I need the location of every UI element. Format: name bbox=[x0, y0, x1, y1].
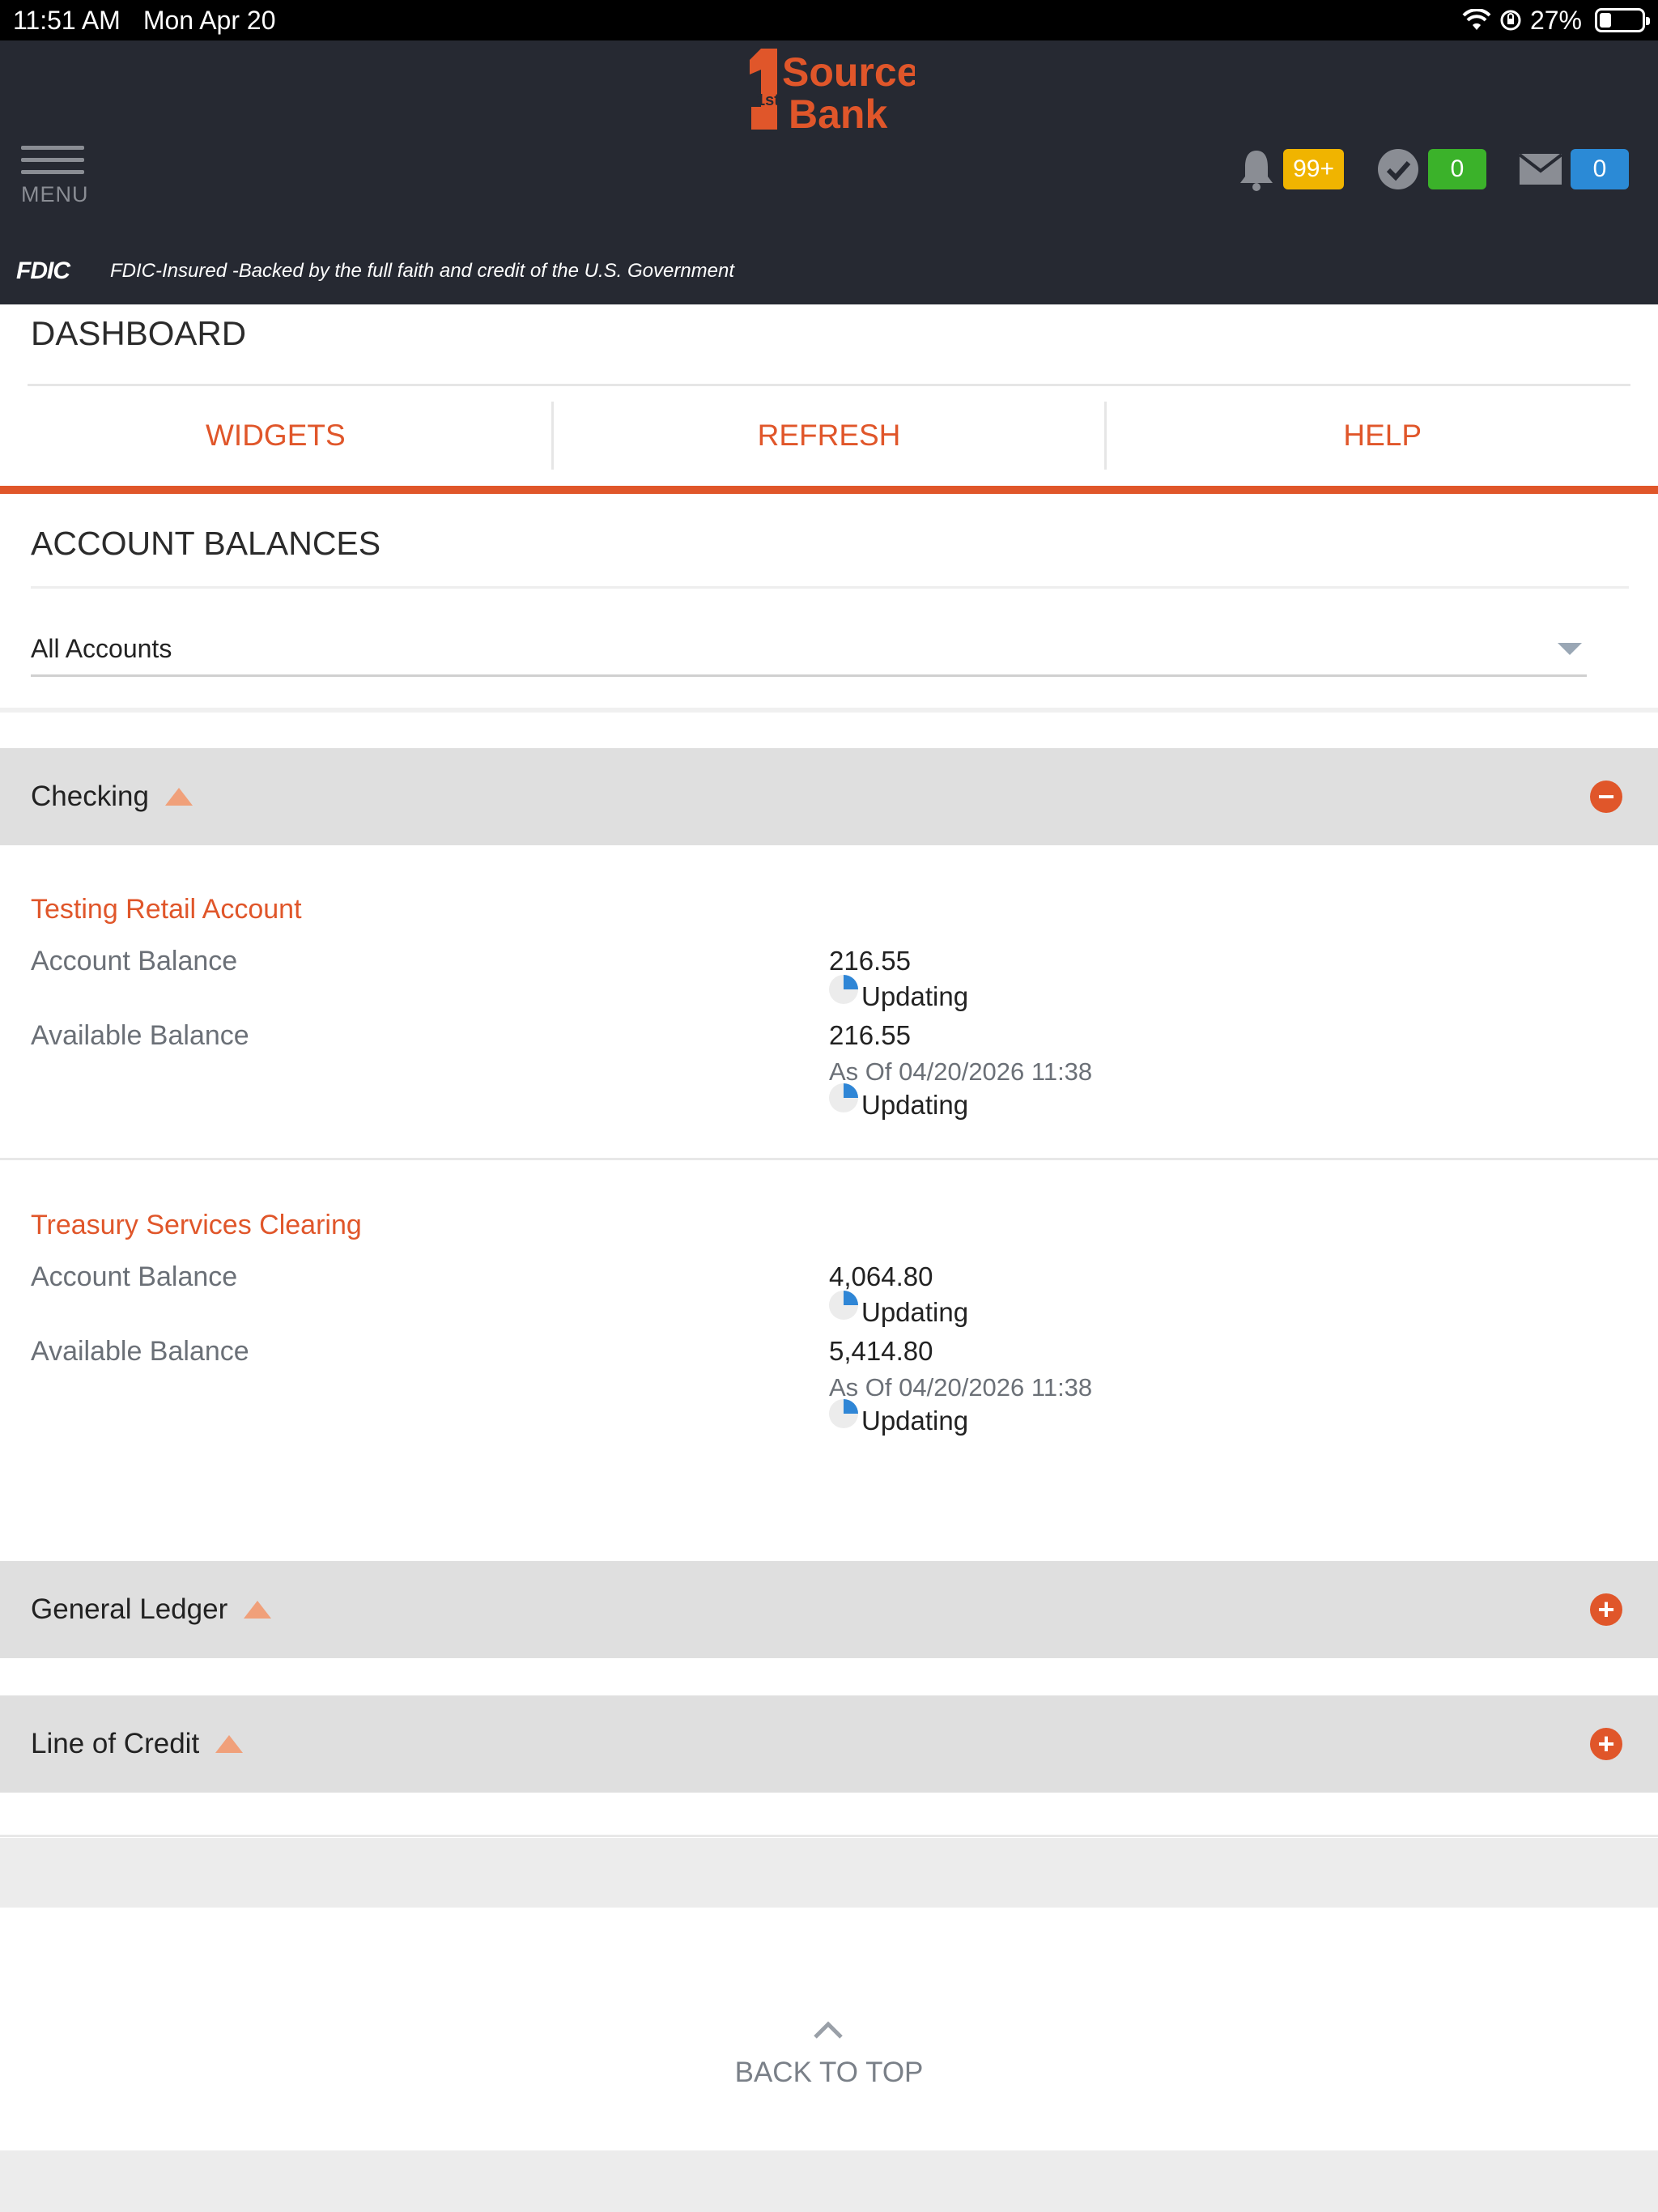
divider bbox=[31, 586, 1629, 589]
battery-icon bbox=[1595, 8, 1650, 32]
status-time: 11:51 AM bbox=[13, 5, 121, 35]
notifications-button[interactable]: 99+ bbox=[1238, 147, 1344, 191]
account-filter-value: All Accounts bbox=[31, 634, 172, 663]
available-balance-value: 216.55 bbox=[829, 1020, 911, 1050]
loading-spinner-icon bbox=[829, 975, 858, 1004]
refresh-button[interactable]: REFRESH bbox=[554, 402, 1107, 470]
divider bbox=[0, 708, 1658, 713]
status-indicators: 27% bbox=[1462, 5, 1650, 36]
account-balance-value: 216.55 bbox=[829, 946, 911, 976]
available-balance-label: Available Balance bbox=[31, 1020, 249, 1051]
widget-title: ACCOUNT BALANCES bbox=[31, 525, 381, 562]
app-header: Source Bank 1st MENU 99+ 0 0 FDIC FDIC-I… bbox=[0, 40, 1658, 304]
account-balance-label: Account Balance bbox=[31, 1261, 238, 1292]
fdic-logo: FDIC bbox=[16, 257, 70, 284]
menu-label: MENU bbox=[21, 182, 89, 206]
expand-icon[interactable]: + bbox=[1590, 1728, 1622, 1760]
account-balance-value: 4,064.80 bbox=[829, 1261, 933, 1291]
account-name-link[interactable]: Testing Retail Account bbox=[31, 894, 302, 925]
as-of-timestamp: As Of 04/20/2026 11:38 bbox=[829, 1057, 1093, 1086]
account-name-link[interactable]: Treasury Services Clearing bbox=[31, 1210, 362, 1241]
chevron-down-icon bbox=[1558, 643, 1582, 655]
account-filter-select[interactable]: All Accounts bbox=[31, 623, 1587, 677]
approvals-badge: 0 bbox=[1428, 149, 1486, 189]
messages-badge: 0 bbox=[1571, 149, 1629, 189]
orientation-lock-icon bbox=[1500, 10, 1521, 31]
svg-text:1st: 1st bbox=[756, 91, 780, 109]
group-label: Checking bbox=[31, 781, 149, 812]
help-button[interactable]: HELP bbox=[1107, 402, 1658, 470]
page-footer-band bbox=[0, 2150, 1658, 2212]
updating-status: Updating bbox=[829, 1083, 968, 1121]
expand-icon[interactable]: + bbox=[1590, 1593, 1622, 1626]
group-label: Line of Credit bbox=[31, 1728, 200, 1759]
widgets-button[interactable]: WIDGETS bbox=[0, 402, 554, 470]
divider bbox=[0, 1835, 1658, 1837]
loading-spinner-icon bbox=[829, 1291, 858, 1320]
available-balance-label: Available Balance bbox=[31, 1336, 249, 1367]
divider bbox=[28, 384, 1630, 386]
account-balance-label: Account Balance bbox=[31, 946, 238, 976]
sort-up-icon[interactable] bbox=[164, 788, 193, 806]
hamburger-icon bbox=[21, 146, 84, 150]
check-badge-icon bbox=[1378, 149, 1418, 189]
back-to-top-link[interactable]: BACK TO TOP bbox=[0, 2008, 1658, 2089]
svg-text:Source: Source bbox=[782, 49, 915, 95]
available-balance-value: 5,414.80 bbox=[829, 1336, 933, 1366]
header-actions: 99+ 0 0 bbox=[1205, 147, 1629, 191]
fdic-banner: FDIC FDIC-Insured -Backed by the full fa… bbox=[16, 257, 734, 285]
accent-rule bbox=[0, 486, 1658, 494]
envelope-icon bbox=[1519, 153, 1562, 185]
loading-spinner-icon bbox=[829, 1083, 858, 1112]
loading-spinner-icon bbox=[829, 1399, 858, 1428]
messages-button[interactable]: 0 bbox=[1519, 149, 1629, 189]
page-title: DASHBOARD bbox=[31, 314, 247, 352]
collapse-icon[interactable]: − bbox=[1590, 781, 1622, 813]
updating-status: Updating bbox=[829, 975, 968, 1012]
updating-status: Updating bbox=[829, 1399, 968, 1436]
status-date: Mon Apr 20 bbox=[142, 5, 276, 35]
group-label: General Ledger bbox=[31, 1593, 228, 1625]
notifications-badge: 99+ bbox=[1283, 149, 1344, 189]
page-gap bbox=[0, 1838, 1658, 1908]
divider bbox=[0, 1158, 1658, 1160]
group-header-checking[interactable]: Checking − bbox=[0, 748, 1658, 845]
menu-button[interactable]: MENU bbox=[21, 146, 89, 207]
approvals-button[interactable]: 0 bbox=[1376, 147, 1486, 191]
sort-up-icon[interactable] bbox=[215, 1735, 244, 1753]
battery-percent: 27% bbox=[1529, 5, 1582, 35]
group-header-line-of-credit[interactable]: Line of Credit + bbox=[0, 1695, 1658, 1793]
status-bar: 11:51 AM Mon Apr 20 27% bbox=[0, 0, 1658, 40]
bell-icon bbox=[1240, 151, 1273, 191]
dashboard-tabs: WIDGETS REFRESH HELP bbox=[0, 402, 1658, 470]
wifi-icon bbox=[1462, 9, 1491, 30]
bank-logo[interactable]: Source Bank 1st bbox=[745, 45, 915, 133]
sort-up-icon[interactable] bbox=[244, 1601, 272, 1619]
fdic-text: FDIC-Insured -Backed by the full faith a… bbox=[110, 260, 735, 282]
svg-text:Bank: Bank bbox=[789, 91, 887, 133]
group-header-general-ledger[interactable]: General Ledger + bbox=[0, 1561, 1658, 1658]
as-of-timestamp: As Of 04/20/2026 11:38 bbox=[829, 1373, 1093, 1402]
updating-status: Updating bbox=[829, 1291, 968, 1328]
